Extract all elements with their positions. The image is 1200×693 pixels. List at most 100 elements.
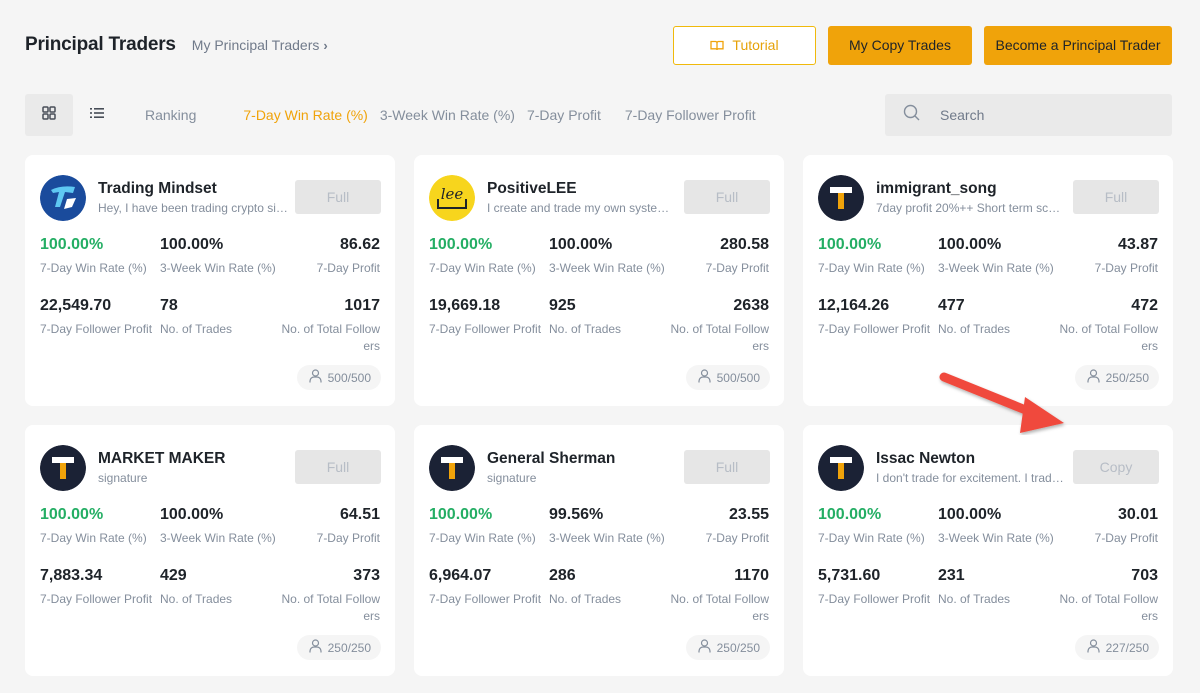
trader-stats: 100.00% 7-Day Win Rate (%) 100.00% 3-Wee… xyxy=(818,505,1158,627)
stat-7-day-win-rate: 100.00% 7-Day Win Rate (%) xyxy=(40,235,160,296)
book-icon xyxy=(710,40,725,51)
trader-name[interactable]: General Sherman xyxy=(487,450,677,468)
stat-label: 7-Day Win Rate (%) xyxy=(429,531,536,545)
stat-7-day-win-rate: 100.00% 7-Day Win Rate (%) xyxy=(40,505,160,566)
user-icon xyxy=(309,639,322,656)
trader-stats: 100.00% 7-Day Win Rate (%) 99.56% 3-Week… xyxy=(429,505,769,627)
stat-value: 925 xyxy=(549,297,576,314)
stat-label: 3-Week Win Rate (%) xyxy=(160,531,276,545)
stat-no-of-trades: 429 No. of Trades xyxy=(160,566,280,627)
tab-3-week-win-rate[interactable]: 3-Week Win Rate (%) xyxy=(380,107,515,123)
tab-ranking[interactable]: Ranking xyxy=(145,107,196,123)
search-icon xyxy=(903,104,920,126)
positivelee-logo: lee xyxy=(429,175,475,221)
stat-value: 100.00% xyxy=(938,506,1002,523)
stat-7-day-follower-profit: 22,549.70 7-Day Follower Profit xyxy=(40,296,160,357)
search-box[interactable] xyxy=(885,94,1172,136)
tutorial-button[interactable]: Tutorial xyxy=(673,25,816,65)
capacity-value: 500/500 xyxy=(716,370,760,385)
trader-bio: 7day profit 20%++ Short term scal... xyxy=(876,201,1066,215)
stat-value: 373 xyxy=(353,567,380,584)
stat-value: 100.00% xyxy=(429,236,493,253)
trader-avatar xyxy=(818,445,864,491)
grid-view-button[interactable] xyxy=(25,94,73,136)
follower-capacity-badge: 500/500 xyxy=(685,365,770,390)
sort-tabs: Ranking 7-Day Win Rate (%) 3-Week Win Ra… xyxy=(145,107,756,123)
stat-label: 7-Day Follower Profit xyxy=(429,592,542,606)
stat-value: 23.55 xyxy=(728,506,769,523)
trader-bio: I create and trade my own system t... xyxy=(487,201,677,215)
header-actions: Tutorial My Copy Trades Become a Princip… xyxy=(673,25,1172,65)
stat-value: 1017 xyxy=(344,297,380,314)
stat-label: 3-Week Win Rate (%) xyxy=(549,261,665,275)
stat-label: 7-Day Win Rate (%) xyxy=(40,531,147,545)
my-principal-traders-link[interactable]: My Principal Traders › xyxy=(192,37,328,53)
become-principal-trader-button[interactable]: Become a Principal Trader xyxy=(984,25,1172,65)
stat-no-of-trades: 231 No. of Trades xyxy=(938,566,1058,627)
copy-status-button[interactable]: Full xyxy=(295,450,381,484)
copy-status-button[interactable]: Full xyxy=(684,450,770,484)
stat-label: 7-Day Profit xyxy=(316,531,380,545)
stat-7-day-win-rate: 100.00% 7-Day Win Rate (%) xyxy=(818,505,938,566)
tab-7-day-profit[interactable]: 7-Day Profit xyxy=(527,107,601,123)
copy-status-button[interactable]: Full xyxy=(684,180,770,214)
trader-card-issac-newton[interactable]: Issac Newton I don't trade for excitemen… xyxy=(803,425,1173,676)
trader-name[interactable]: immigrant_song xyxy=(876,180,1066,198)
stat-label: No. of Total Followers xyxy=(281,592,381,623)
user-icon xyxy=(1087,369,1100,386)
stat-value: 472 xyxy=(1131,297,1158,314)
stat-label: No. of Total Followers xyxy=(1059,592,1159,623)
trader-name[interactable]: PositiveLEE xyxy=(487,180,677,198)
capacity-value: 500/500 xyxy=(327,370,371,385)
trader-name[interactable]: Issac Newton xyxy=(876,450,1066,468)
stat-label: 7-Day Follower Profit xyxy=(40,592,153,606)
stat-value: 30.01 xyxy=(1117,506,1158,523)
trader-name[interactable]: Trading Mindset xyxy=(98,180,288,198)
trader-card-positivelee[interactable]: lee PositiveLEE I create and trade my ow… xyxy=(414,155,784,406)
stat-7-day-win-rate: 100.00% 7-Day Win Rate (%) xyxy=(429,235,549,296)
stat-value: 477 xyxy=(938,297,965,314)
trader-card-market-maker[interactable]: MARKET MAKER signature Full 100.00% 7-Da… xyxy=(25,425,395,676)
copy-status-button[interactable]: Full xyxy=(295,180,381,214)
stat-value: 429 xyxy=(160,567,187,584)
list-view-button[interactable] xyxy=(73,94,121,136)
tab-7-day-win-rate[interactable]: 7-Day Win Rate (%) xyxy=(243,107,367,123)
stat-label: No. of Trades xyxy=(549,322,622,336)
trader-card-trading-mindset[interactable]: Trading Mindset Hey, I have been trading… xyxy=(25,155,395,406)
stat-label: 3-Week Win Rate (%) xyxy=(938,261,1054,275)
stat-label: No. of Trades xyxy=(938,592,1011,606)
trader-card-general-sherman[interactable]: General Sherman signature Full 100.00% 7… xyxy=(414,425,784,676)
stat-3-week-win-rate: 100.00% 3-Week Win Rate (%) xyxy=(549,235,669,296)
trader-stats: 100.00% 7-Day Win Rate (%) 100.00% 3-Wee… xyxy=(40,235,380,357)
stat-value: 19,669.18 xyxy=(429,297,501,314)
stat-7-day-profit: 30.01 7-Day Profit xyxy=(1058,505,1158,566)
stat-3-week-win-rate: 99.56% 3-Week Win Rate (%) xyxy=(549,505,669,566)
t-logo xyxy=(40,445,86,491)
my-copy-trades-button[interactable]: My Copy Trades xyxy=(828,25,972,65)
trader-name[interactable]: MARKET MAKER xyxy=(98,450,288,468)
search-input[interactable] xyxy=(940,107,1140,123)
stat-label: No. of Trades xyxy=(160,592,233,606)
stat-label: No. of Trades xyxy=(938,322,1011,336)
stat-no-of-trades: 78 No. of Trades xyxy=(160,296,280,357)
trader-card-immigrant-song[interactable]: immigrant_song 7day profit 20%++ Short t… xyxy=(803,155,1173,406)
stat-value: 286 xyxy=(549,567,576,584)
stat-value: 100.00% xyxy=(40,236,104,253)
copy-status-button[interactable]: Copy xyxy=(1073,450,1159,484)
stat-label: No. of Total Followers xyxy=(281,322,381,353)
stat-label: 7-Day Win Rate (%) xyxy=(818,531,925,545)
stat-label: 7-Day Profit xyxy=(1094,531,1158,545)
capacity-value: 250/250 xyxy=(1105,370,1149,385)
stat-value: 6,964.07 xyxy=(429,567,492,584)
stat-label: No. of Total Followers xyxy=(1059,322,1159,353)
stat-label: 7-Day Profit xyxy=(1094,261,1158,275)
stat-value: 64.51 xyxy=(339,506,380,523)
stat-label: 7-Day Win Rate (%) xyxy=(40,261,147,275)
trader-bio: signature xyxy=(98,471,148,485)
copy-status-button[interactable]: Full xyxy=(1073,180,1159,214)
stat-7-day-profit: 86.62 7-Day Profit xyxy=(280,235,380,296)
stat-no-of-trades: 925 No. of Trades xyxy=(549,296,669,357)
tab-7-day-follower-profit[interactable]: 7-Day Follower Profit xyxy=(625,107,756,123)
follower-capacity-badge: 250/250 xyxy=(1074,365,1159,390)
stat-value: 5,731.60 xyxy=(818,567,881,584)
